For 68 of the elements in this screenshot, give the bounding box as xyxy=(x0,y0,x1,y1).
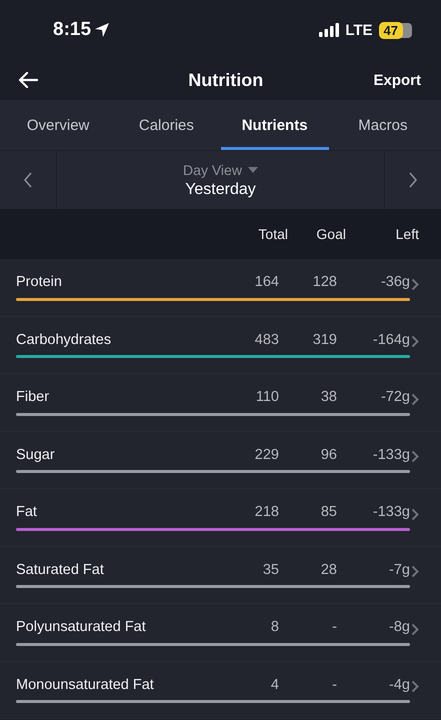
table-cell-text: 164 xyxy=(254,274,279,290)
table-cell-text: - xyxy=(331,619,337,636)
column-header: Goal xyxy=(315,226,346,242)
chevron-right-icon xyxy=(408,172,418,188)
table-cell-text: 128 xyxy=(312,274,337,290)
back-arrow-icon xyxy=(18,71,38,89)
table-cell-text: 218 xyxy=(254,504,279,520)
page-title: Nutrition xyxy=(188,70,264,90)
tab[interactable]: Macros xyxy=(328,100,437,150)
table-cell-text: -164g xyxy=(372,332,410,348)
status-time: 8:15 xyxy=(53,19,92,41)
table-cell-text: 483 xyxy=(254,332,279,348)
nutrient-name: Saturated Fat xyxy=(16,562,105,578)
nutrient-name: Sugar xyxy=(16,446,56,463)
chevron-right-icon xyxy=(411,565,419,578)
nutrient-name: Fat xyxy=(16,504,38,520)
chevron-right-icon xyxy=(411,508,419,521)
table-cell-text: -133g xyxy=(372,504,410,520)
table-cell-text: 319 xyxy=(312,332,337,348)
nutrient-name: Protein xyxy=(16,274,63,290)
tab[interactable]: Overview xyxy=(4,100,112,150)
chevron-right-icon xyxy=(411,450,419,464)
table-cell-text: -72g xyxy=(380,389,410,406)
battery-indicator: 47 xyxy=(378,22,403,38)
table-cell-text: 110 xyxy=(254,389,279,406)
chevron-right-icon xyxy=(411,680,419,694)
table-cell-text: 85 xyxy=(320,504,337,520)
table-cell-text: -7g xyxy=(388,562,410,578)
chevron-right-icon xyxy=(411,622,419,636)
location-arrow-icon xyxy=(94,22,110,38)
nutrient-row[interactable]: Fat 218 85 -133g xyxy=(0,489,441,546)
chevron-right-icon xyxy=(411,278,419,291)
column-header: Total xyxy=(257,226,288,242)
table-cell-text: -8g xyxy=(388,619,410,636)
tab[interactable]: Calories xyxy=(112,100,220,150)
nutrient-row[interactable]: Sugar 229 96 -133g xyxy=(0,432,441,489)
date-label: Yesterday xyxy=(185,180,256,198)
back-button[interactable] xyxy=(18,71,38,89)
nutrient-row[interactable]: Protein 164 128 -36g xyxy=(0,259,441,316)
table-cell-text: 4 xyxy=(270,676,279,693)
nutrient-name: Carbohydrates xyxy=(16,332,112,348)
nutrient-row[interactable]: Saturated Fat 35 28 -7g xyxy=(0,546,441,604)
nutrient-row[interactable]: Fiber 110 38 -72g xyxy=(0,374,441,432)
chevron-left-icon xyxy=(23,172,33,188)
nutrient-name: Polyunsaturated Fat xyxy=(16,619,147,636)
table-cell-text: -4g xyxy=(388,676,410,693)
export-button[interactable]: Export xyxy=(373,72,421,88)
table-cell-text: 38 xyxy=(320,389,337,406)
table-cell-text: -36g xyxy=(380,274,410,290)
table-cell-text: 229 xyxy=(254,446,279,463)
nutrient-row[interactable]: Monounsaturated Fat 4 - -4g xyxy=(0,662,441,719)
chevron-right-icon xyxy=(411,392,419,406)
nutrient-row[interactable]: Carbohydrates 483 319 -164g xyxy=(0,316,441,374)
table-cell-text: 8 xyxy=(270,619,279,636)
table-cell-text: - xyxy=(331,676,337,693)
table-cell-text: -133g xyxy=(372,446,410,463)
signal-icon xyxy=(319,23,340,37)
dropdown-caret-icon xyxy=(248,166,258,172)
chevron-right-icon xyxy=(411,335,419,348)
table-cell-text: 96 xyxy=(320,446,337,463)
view-selector[interactable]: Day View xyxy=(183,162,258,178)
column-header: Left xyxy=(394,226,419,242)
table-cell-text: 35 xyxy=(262,562,279,578)
nutrient-row[interactable]: Polyunsaturated Fat 8 - -8g xyxy=(0,604,441,662)
nutrient-name: Fiber xyxy=(16,389,50,406)
network-label: LTE xyxy=(345,22,373,38)
table-cell-text: 28 xyxy=(320,562,337,578)
nutrient-name: Monounsaturated Fat xyxy=(16,676,155,693)
